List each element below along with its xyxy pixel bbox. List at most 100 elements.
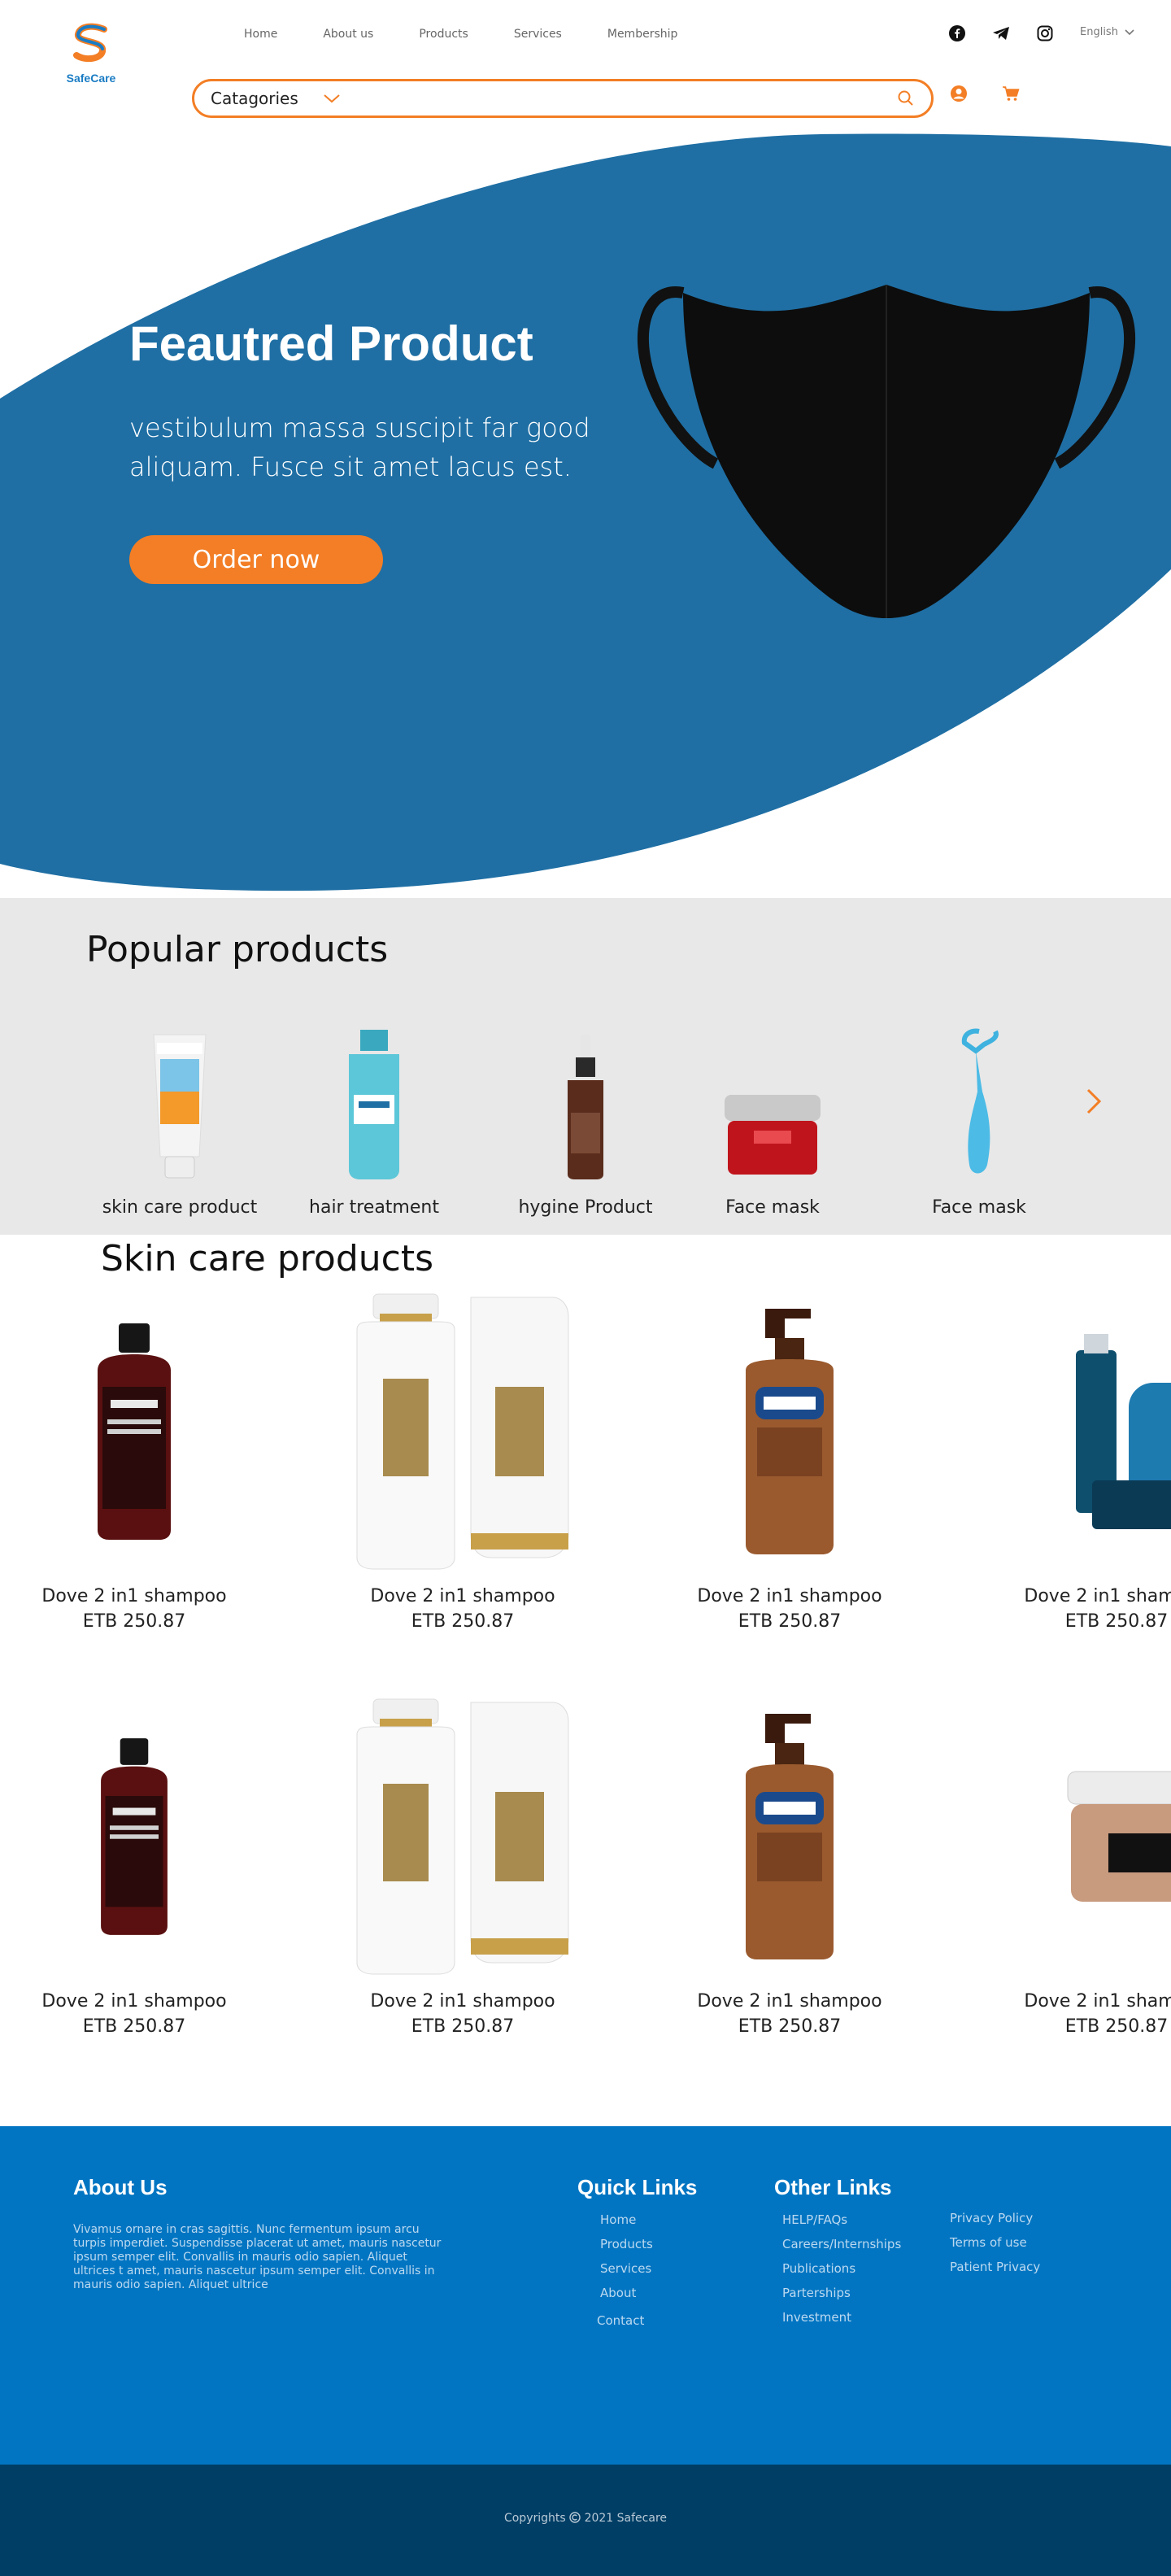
instagram-icon[interactable]	[1036, 24, 1054, 42]
product-card[interactable]: Dove 2 in1 shampoo ETB 250.87	[329, 1690, 597, 2037]
cart-icon[interactable]	[1002, 85, 1020, 102]
user-account-icon[interactable]	[950, 85, 968, 102]
search-input[interactable]	[353, 89, 897, 107]
copyright-suffix: 2021 Safecare	[584, 2512, 668, 2525]
popular-item-label: Face mask	[932, 1197, 1026, 1218]
footer: About Us Vivamus ornare in cras sagittis…	[0, 2126, 1171, 2465]
product-card[interactable]: Dove 2 in1 shampoo ETB 250.87	[982, 1285, 1171, 1632]
skin-care-title: Skin care products	[101, 1238, 433, 1279]
popular-item[interactable]: Face mask	[890, 1018, 1069, 1218]
search-bar: Catagories	[192, 79, 934, 118]
nav-services[interactable]: Services	[514, 28, 562, 41]
popular-title: Popular products	[86, 929, 389, 970]
product-price: ETB 250.87	[738, 1611, 842, 1632]
language-selector[interactable]: English	[1080, 26, 1134, 38]
footer-link-careers[interactable]: Careers/Internships	[782, 2237, 901, 2251]
nav-membership[interactable]: Membership	[607, 28, 678, 41]
logo[interactable]: SafeCare	[63, 21, 119, 85]
footer-link-patient-privacy[interactable]: Patient Privacy	[950, 2260, 1040, 2274]
product-name: Dove 2 in1 shampoo	[1024, 1586, 1171, 1606]
product-card[interactable]: Dove 2 in1 shampoo ETB 250.87	[982, 1690, 1171, 2037]
footer-about: About Us Vivamus ornare in cras sagittis…	[73, 2175, 447, 2292]
popular-products-section: Popular products skin care product hair …	[0, 898, 1171, 1235]
product-card[interactable]: Dove 2 in1 shampoo ETB 250.87	[329, 1285, 597, 1632]
footer-link-contact[interactable]: Contact	[597, 2313, 653, 2328]
popular-item[interactable]: skin care product	[90, 1018, 269, 1218]
popular-item[interactable]: Face mask	[683, 1018, 862, 1218]
logo-text: SafeCare	[66, 72, 116, 85]
popular-item[interactable]: hygine Product	[496, 1018, 675, 1218]
shampoo-pair-image	[356, 1293, 569, 1570]
product-name: Dove 2 in1 shampoo	[370, 1586, 555, 1606]
footer-quick-links: Quick Links	[577, 2175, 697, 2200]
legal-links-list: Privacy Policy Terms of use Patient Priv…	[950, 2211, 1040, 2274]
product-name: Dove 2 in1 shampoo	[1024, 1991, 1171, 2012]
hero-title: Feautred Product	[129, 316, 533, 371]
product-price: ETB 250.87	[411, 1611, 515, 1632]
mouthwash-bottle-image	[349, 1030, 399, 1179]
category-dropdown[interactable]: Catagories	[211, 89, 298, 108]
copyright-icon	[569, 2512, 581, 2523]
product-card[interactable]: Dove 2 in1 shampoo ETB 250.87	[0, 1285, 268, 1632]
product-price: ETB 250.87	[1064, 1611, 1169, 1632]
top-nav: Home About us Products Services Membersh…	[244, 28, 723, 41]
footer-quick-title: Quick Links	[577, 2175, 698, 2199]
facebook-icon[interactable]	[948, 24, 966, 42]
language-label: English	[1080, 26, 1118, 38]
product-name: Dove 2 in1 shampoo	[370, 1991, 555, 2012]
chevron-down-icon[interactable]	[323, 93, 341, 104]
footer-link-services[interactable]: Services	[600, 2261, 653, 2276]
copyright-bar: Copyrights 2021 Safecare	[0, 2465, 1171, 2576]
logo-mark-icon	[73, 23, 107, 63]
search-icon[interactable]	[897, 89, 915, 107]
order-now-button[interactable]: Order now	[129, 535, 383, 584]
chevron-right-icon[interactable]	[1082, 1085, 1106, 1118]
dark-bottle-image	[98, 1323, 171, 1540]
product-card[interactable]: Dove 2 in1 shampoo ETB 250.87	[655, 1285, 924, 1632]
copyright-prefix: Copyrights	[503, 2512, 566, 2525]
product-price: ETB 250.87	[411, 2016, 515, 2037]
product-price: ETB 250.87	[82, 1611, 186, 1632]
cosmetic-jar-image	[1067, 1771, 1171, 1902]
nav-about-us[interactable]: About us	[323, 28, 373, 41]
product-price: ETB 250.87	[738, 2016, 842, 2037]
footer-link-publications[interactable]: Publications	[782, 2261, 901, 2276]
footer-link-products[interactable]: Products	[600, 2237, 653, 2251]
telegram-icon[interactable]	[992, 24, 1010, 42]
footer-link-home[interactable]: Home	[600, 2212, 653, 2227]
dark-bottle-image	[101, 1738, 168, 1935]
lotion-pump-bottle-image	[746, 1309, 834, 1554]
popular-item-label: Face mask	[725, 1197, 820, 1218]
footer-link-about[interactable]: About	[600, 2286, 653, 2300]
product-card[interactable]: Dove 2 in1 shampoo ETB 250.87	[0, 1690, 268, 2037]
header-actions	[950, 85, 1054, 102]
face-mask-image	[638, 285, 1135, 618]
product-price: ETB 250.87	[1064, 2016, 1169, 2037]
popular-item-label: hair treatment	[309, 1197, 439, 1218]
footer-link-privacy[interactable]: Privacy Policy	[950, 2211, 1040, 2225]
popular-item[interactable]: hair treatment	[285, 1018, 464, 1218]
quick-links-list: Home Products Services About Contact	[597, 2212, 653, 2328]
footer-about-text: Vivamus ornare in cras sagittis. Nunc fe…	[73, 2223, 442, 2291]
nav-products[interactable]: Products	[419, 28, 468, 41]
chevron-down-icon	[1125, 28, 1134, 35]
footer-link-investment[interactable]: Investment	[782, 2310, 901, 2325]
page: SafeCare Home About us Products Services…	[0, 0, 1171, 2576]
product-name: Dove 2 in1 shampoo	[41, 1991, 227, 2012]
social-links	[948, 24, 1080, 42]
nav-home[interactable]: Home	[244, 28, 277, 41]
popular-item-label: hygine Product	[518, 1197, 653, 1218]
popular-item-label: skin care product	[102, 1197, 258, 1218]
other-links-list: HELP/FAQs Careers/Internships Publicatio…	[782, 2212, 901, 2325]
footer-link-help[interactable]: HELP/FAQs	[782, 2212, 901, 2227]
footer-link-terms[interactable]: Terms of use	[950, 2235, 1040, 2250]
footer-about-title: About Us	[73, 2175, 168, 2199]
flosser-image	[961, 1028, 999, 1174]
product-card[interactable]: Dove 2 in1 shampoo ETB 250.87	[655, 1690, 924, 2037]
footer-other-links: Other Links	[774, 2175, 891, 2200]
product-name: Dove 2 in1 shampoo	[41, 1586, 227, 1606]
cosmetic-set-image	[1076, 1334, 1171, 1529]
cream-jar-image	[725, 1095, 821, 1175]
shampoo-pair-image	[356, 1698, 569, 1975]
footer-link-partnerships[interactable]: Parterships	[782, 2286, 901, 2300]
